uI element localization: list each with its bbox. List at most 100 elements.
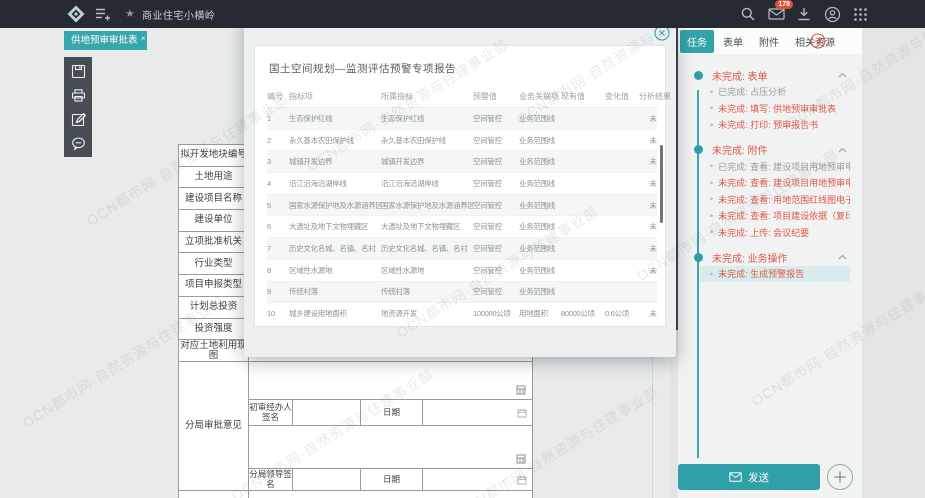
table-cell: 未突破 <box>635 178 657 189</box>
table-cell: 空间管控 <box>473 113 519 124</box>
reviewer-date-field[interactable] <box>423 400 533 426</box>
table-cell: 未突破 <box>635 308 657 319</box>
save-icon[interactable] <box>71 64 86 79</box>
table-row[interactable]: 3城镇开发边界城镇开发边界空间管控业务范围线未突破 <box>267 151 657 173</box>
column-header: 业务关联项 <box>519 91 561 102</box>
topbar-actions: 178 <box>739 0 869 28</box>
cell-detail-icon[interactable] <box>516 454 526 464</box>
edit-icon[interactable] <box>71 112 86 127</box>
table-cell: 业务范围线 <box>519 156 561 167</box>
table-header-row: 编号指标项所属指标预警值业务关联项现有值变化值分析结果 <box>267 85 657 108</box>
table-cell: 业务范围线 <box>519 265 561 276</box>
leader-sign-label: 分局领导签名 <box>249 469 293 491</box>
table-row[interactable]: 5国家水源保护地及水源涵养区国家水源保护地及水源涵养区空间管控业务范围线未突破 <box>267 195 657 217</box>
form-field-label: 土地用途 <box>179 167 249 189</box>
table-cell: 2 <box>267 136 289 145</box>
table-cell: 城镇开发边界 <box>381 156 473 167</box>
table-cell: 1 <box>267 114 289 123</box>
table-cell: 80000公顷 <box>561 308 605 319</box>
table-cell: 大遗址及地下文物埋藏区 <box>381 221 473 232</box>
table-row[interactable]: 7历史文化名城、名镇、名村历史文化名城、名镇、名村空间管控业务范围线未突破 <box>267 238 657 260</box>
timeline-dot <box>694 71 703 80</box>
task-item-label: 未完成: 查看: 建设项目用地预审申请报... <box>718 176 850 189</box>
favorite-star-icon[interactable]: ★ <box>125 9 135 20</box>
task-item[interactable]: •未完成: 打印: 预审报告书 <box>700 117 850 133</box>
table-cell: 空间管控 <box>473 221 519 232</box>
table-cell: 业务范围线 <box>519 178 561 189</box>
table-cell: 100000公顷 <box>473 308 519 319</box>
topbar: ★ 商业住宅小横岭 178 <box>0 0 925 28</box>
table-row[interactable]: 4沿江沿海沿湖岸线沿江沿海沿湖岸线空间管控业务范围线未突破 <box>267 173 657 195</box>
table-cell: 空间管控 <box>473 286 519 297</box>
user-icon[interactable] <box>823 5 841 23</box>
task-item[interactable]: •未完成: 生成预警报告 <box>700 266 850 282</box>
leader-sign-field[interactable] <box>293 469 361 491</box>
table-cell: 传统村落 <box>381 286 473 297</box>
task-item[interactable]: •未完成: 查看: 用地范围红线图电子光盘 <box>700 192 850 208</box>
form-tab-label: 供地预审审批表 <box>71 35 138 46</box>
tab-tasks[interactable]: 任务 <box>680 30 714 53</box>
task-item-label: 未完成: 打印: 预审报告书 <box>718 118 818 131</box>
leader-date-field[interactable] <box>423 469 533 491</box>
compass-logo-icon[interactable] <box>66 4 86 24</box>
task-item-label: 已完成: 查看: 建设项目用地预审申请表... <box>718 160 850 173</box>
table-row[interactable]: 10城乡建设用地面积地资源开发100000公顷用地面积80000公顷0.6公顷未… <box>267 303 657 320</box>
approval-label: 分局审批意见 <box>179 362 249 491</box>
task-item[interactable]: •已完成: 查看: 建设项目用地预审申请表... <box>700 159 850 175</box>
task-item[interactable]: •未完成: 填写: 供地预审审批表 <box>700 101 850 117</box>
table-cell: 城乡建设用地面积 <box>289 308 381 319</box>
print-icon[interactable] <box>71 88 86 103</box>
cell-detail-icon[interactable] <box>516 385 526 395</box>
table-cell: 8 <box>267 266 289 275</box>
menu-add-icon[interactable] <box>94 6 112 22</box>
task-item[interactable]: •未完成: 上传: 会议纪要 <box>700 225 850 241</box>
table-row[interactable]: 8区域性水源地区域性水源地空间管控业务范围线未突破 <box>267 260 657 282</box>
calendar-icon <box>517 408 527 418</box>
tab-attachments[interactable]: 附件 <box>752 30 786 53</box>
task-section-header[interactable]: 未完成: 附件 <box>678 142 862 158</box>
table-cell: 突破 <box>635 286 657 297</box>
bullet-icon: • <box>710 194 713 204</box>
reviewer-sign-field[interactable] <box>293 400 361 426</box>
table-row[interactable]: 2永久基本农田保护线永久基本农田保护线空间管控业务范围线未突破 <box>267 130 657 152</box>
chevron-up-icon[interactable] <box>838 254 847 260</box>
task-item-label: 未完成: 生成预警报告 <box>718 267 804 280</box>
table-cell: 6 <box>267 222 289 231</box>
task-item[interactable]: •未完成: 查看: 项目建设依据（复印件） <box>700 208 850 224</box>
comment-icon[interactable] <box>71 136 86 151</box>
table-cell: 沿江沿海沿湖岸线 <box>289 178 381 189</box>
app-grid-icon[interactable] <box>851 5 869 23</box>
table-scrollbar-thumb[interactable] <box>660 145 663 223</box>
add-button[interactable] <box>827 464 853 490</box>
reviewer-sign-label: 初审经办人签名 <box>249 400 293 426</box>
send-button[interactable]: 发送 <box>678 464 820 490</box>
task-item[interactable]: •已完成: 占压分析 <box>700 84 850 100</box>
task-section-header[interactable]: 未完成: 业务操作 <box>678 249 862 265</box>
mail-icon[interactable]: 178 <box>767 5 785 23</box>
plus-icon <box>828 465 852 489</box>
task-item[interactable]: •未完成: 查看: 建设项目用地预审申请报... <box>700 175 850 191</box>
report-panel: 国土空间规划—监测评估预警专项报告 编号指标项所属指标预警值业务关联项现有值变化… <box>254 45 666 327</box>
tab-forms[interactable]: 表单 <box>716 30 750 53</box>
download-icon[interactable] <box>795 5 813 23</box>
form-row-clipped <box>179 491 533 498</box>
form-tab-supply-preapproval[interactable]: 供地预审审批表 × <box>64 31 147 50</box>
task-section-header[interactable]: 未完成: 表单 <box>678 67 862 83</box>
report-title: 国土空间规划—监测评估预警专项报告 <box>269 61 665 76</box>
chevron-up-icon[interactable] <box>838 72 847 78</box>
table-cell: 空间管控 <box>473 156 519 167</box>
table-cell: 10 <box>267 309 289 318</box>
table-body: 1生态保护红线生态保护红线空间管控业务范围线未突破2永久基本农田保护线永久基本农… <box>267 108 657 320</box>
table-row[interactable]: 1生态保护红线生态保护红线空间管控业务范围线未突破 <box>267 108 657 130</box>
report-table: 编号指标项所属指标预警值业务关联项现有值变化值分析结果 1生态保护红线生态保护红… <box>267 85 657 320</box>
search-icon[interactable] <box>739 5 757 23</box>
close-icon[interactable]: × <box>141 29 146 48</box>
approval-comment-field[interactable] <box>249 362 533 400</box>
task-list: 未完成: 表单•已完成: 占压分析•未完成: 填写: 供地预审审批表•未完成: … <box>678 54 862 282</box>
chevron-up-icon[interactable] <box>838 147 847 153</box>
open-arrow-icon[interactable] <box>810 33 826 49</box>
calendar-icon <box>517 475 527 485</box>
approval-comment-field-2[interactable] <box>249 426 533 469</box>
table-row[interactable]: 6大遗址及地下文物埋藏区大遗址及地下文物埋藏区空间管控业务范围线未突破 <box>267 216 657 238</box>
table-row[interactable]: 9传统村落传统村落空间管控业务范围线突破 <box>267 282 657 304</box>
